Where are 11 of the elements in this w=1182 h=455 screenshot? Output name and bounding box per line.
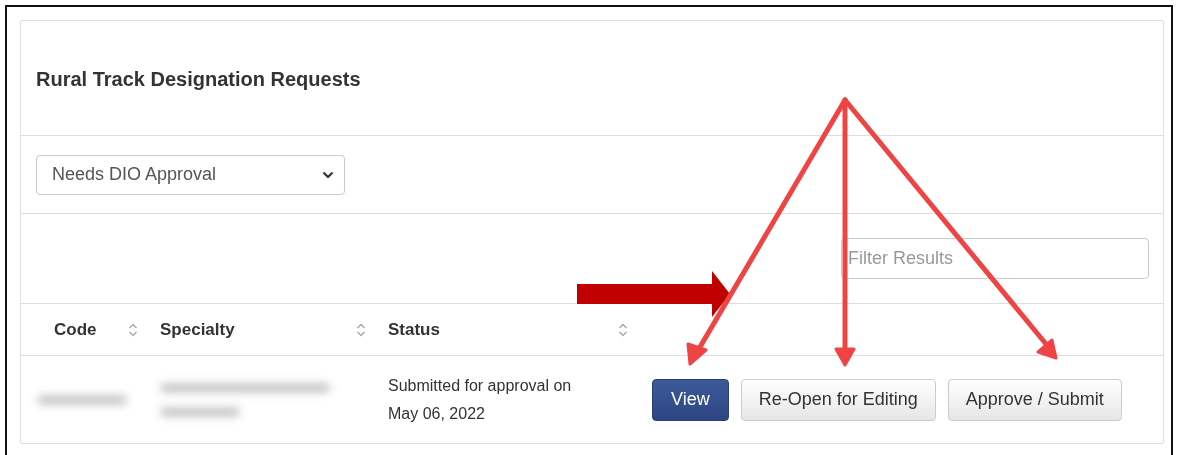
status-text: Submitted for approval on May 06, 2022 — [388, 375, 573, 424]
column-header: Specialty — [160, 319, 235, 340]
status-dropdown[interactable]: Needs DIO Approval — [36, 154, 345, 195]
action-button[interactable]: Re-Open for Editing — [740, 378, 936, 421]
filter-field[interactable]: Filter Results — [841, 238, 1149, 279]
panel-title: Rural Track Designation Requests — [36, 66, 361, 91]
action-button[interactable]: View — [652, 378, 729, 421]
column-header: Status — [388, 319, 440, 340]
column-header: Code — [54, 319, 97, 340]
action-button[interactable]: Approve / Submit — [947, 378, 1122, 421]
chevron-down-icon — [322, 170, 334, 179]
